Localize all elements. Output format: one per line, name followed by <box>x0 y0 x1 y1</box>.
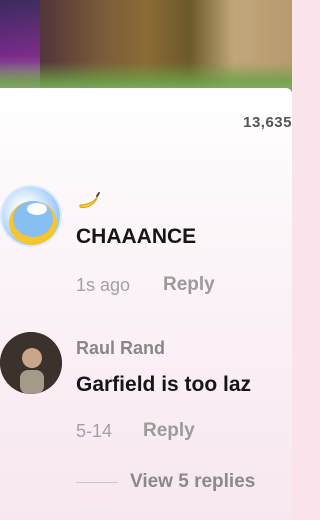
avatar-image <box>0 332 62 394</box>
divider <box>76 481 118 483</box>
comment-timestamp: 1s ago <box>76 275 131 295</box>
username[interactable] <box>76 187 102 218</box>
avatar[interactable] <box>0 185 62 247</box>
view-replies-label: View 5 replies <box>130 471 256 492</box>
avatar[interactable] <box>0 332 62 394</box>
comment-text: Garfield is too laz <box>76 373 252 396</box>
reply-button[interactable]: Reply <box>143 420 195 442</box>
comment-timestamp: 5-14 <box>76 421 113 441</box>
username[interactable]: Raul Rand <box>76 338 165 359</box>
banana-icon <box>79 192 100 208</box>
comment-count: 13,635 <box>243 114 292 131</box>
view-replies-button[interactable]: View 5 replies <box>76 470 292 494</box>
comments-sheet: 13,635 <box>0 88 292 520</box>
reply-button[interactable]: Reply <box>163 274 215 296</box>
comment-text: CHAAANCE <box>76 225 197 248</box>
video-background <box>0 0 292 92</box>
